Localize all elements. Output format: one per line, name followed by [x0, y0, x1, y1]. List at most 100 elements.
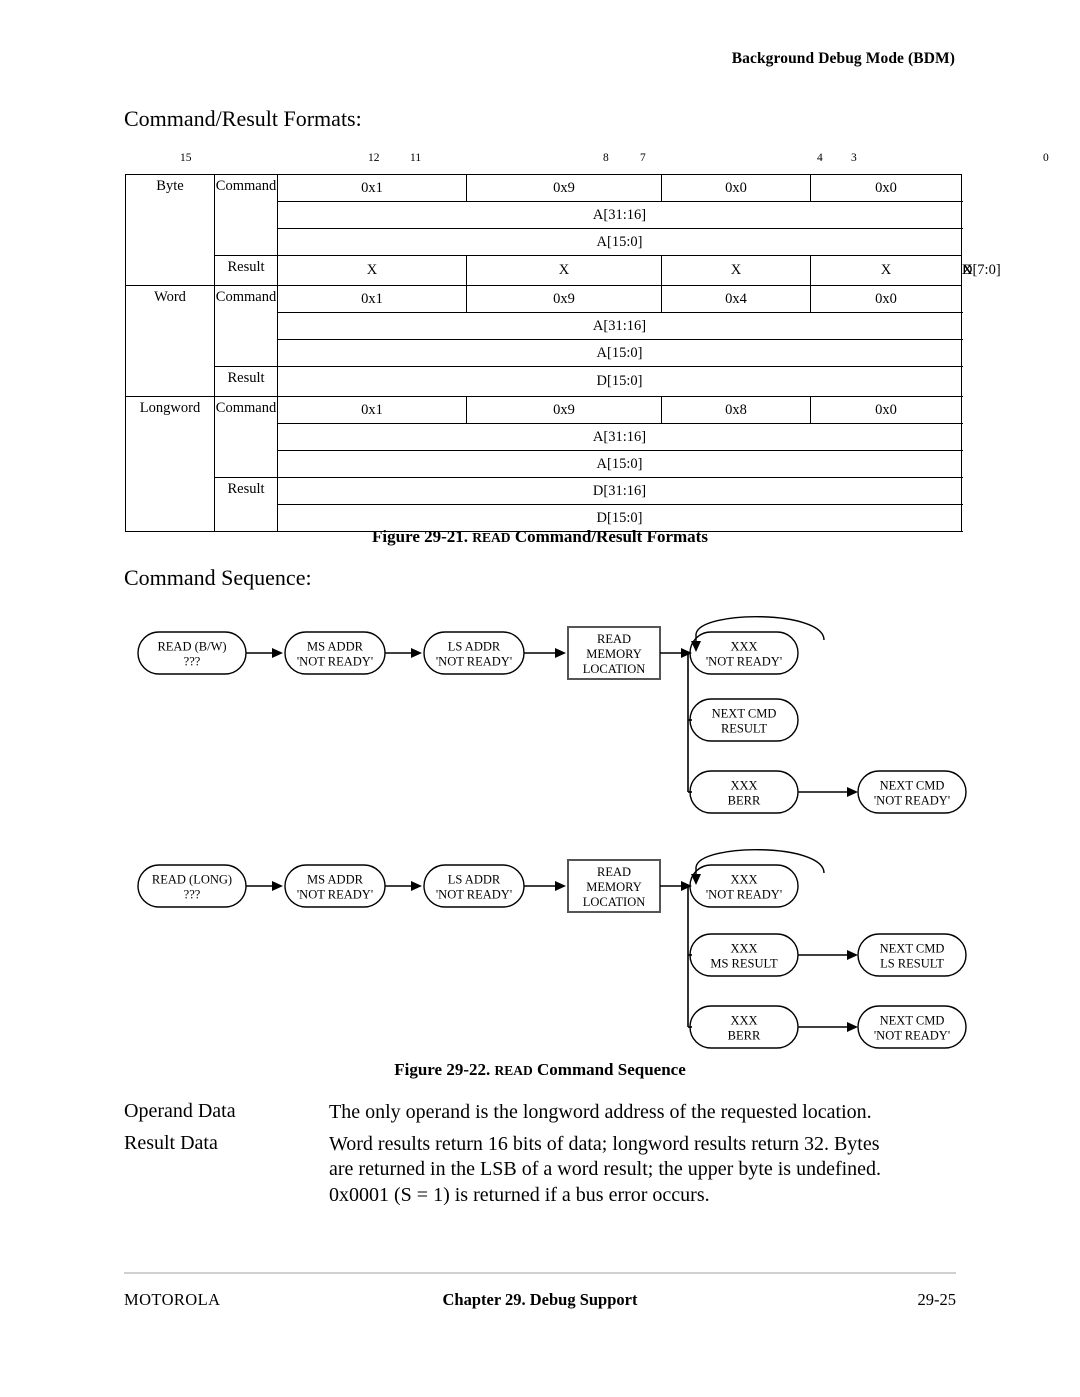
- node-not-ready: XXX'NOT READY': [689, 631, 799, 675]
- running-header: Background Debug Mode (BDM): [731, 50, 955, 67]
- document-page: Background Debug Mode (BDM) Command/Resu…: [0, 0, 1080, 1397]
- arrow-berr-to-nextcmd: [798, 1022, 858, 1032]
- node-ms-result-line-1: XXX: [730, 942, 757, 956]
- node-msaddr-line-2: 'NOT READY': [297, 655, 373, 669]
- node-next-cmd-result: NEXT CMDRESULT: [689, 698, 799, 742]
- field-cell-wide: A[15:0]: [277, 339, 962, 367]
- node-berr-next-cmd: NEXT CMD'NOT READY': [857, 770, 967, 814]
- node-start-line-1: READ (LONG): [152, 873, 232, 887]
- node-not-ready-line-2: 'NOT READY': [706, 888, 782, 902]
- bit-tick-4: 4: [817, 152, 823, 164]
- field-cell-wide: A[31:16]: [277, 423, 962, 451]
- bit-tick-12: 12: [368, 152, 380, 164]
- node-read-memory-location-line-3: LOCATION: [583, 662, 646, 676]
- node-next-cmd-result-line-1: NEXT CMD: [712, 707, 777, 721]
- figure-title: Command/Result Formats: [514, 527, 708, 546]
- node-lsaddr: LS ADDR'NOT READY': [423, 864, 525, 908]
- node-msaddr-line-1: MS ADDR: [307, 640, 364, 654]
- bit-tick-11: 11: [410, 152, 422, 164]
- bit-tick-7: 7: [640, 152, 646, 164]
- field-cell: 0x0: [661, 174, 811, 202]
- arrow-berr-to-nextcmd: [798, 787, 858, 797]
- operand-data-term: Operand Data: [124, 1100, 236, 1122]
- figure-title: Command Sequence: [537, 1060, 686, 1079]
- command-result-format-table: Byte Command 0x1 0x9 0x0 0x0 A[31:16] A[15:0] Re…: [125, 174, 1001, 532]
- row-kind-command: Command: [214, 174, 278, 256]
- figure-caption-29-22: Figure 29-22. READ Command Sequence: [0, 1060, 1080, 1080]
- figure-smallcaps: READ: [494, 1063, 533, 1078]
- node-msaddr-line-2: 'NOT READY': [297, 888, 373, 902]
- field-cell-wide: A[15:0]: [277, 450, 962, 478]
- field-cell: 0x4: [661, 285, 811, 313]
- node-berr-line-1: XXX: [730, 1014, 757, 1028]
- arrow-lsaddr-to-readmem: [524, 648, 566, 658]
- operand-data-row: Operand Data The only operand is the lon…: [124, 1100, 964, 1126]
- node-not-ready-line-1: XXX: [730, 640, 757, 654]
- node-berr-line-1: XXX: [730, 779, 757, 793]
- result-data-line-1: Word results return 16 bits of data; lon…: [329, 1132, 880, 1155]
- node-start-line-1: READ (B/W): [157, 640, 226, 654]
- field-cell-wide: D[31:16]: [277, 477, 962, 505]
- field-cell: 0x9: [466, 174, 662, 202]
- size-label-longword: Longword: [125, 396, 215, 532]
- bit-cell-x: X: [466, 255, 662, 286]
- field-cell-wide: A[31:16]: [277, 201, 962, 229]
- node-msaddr: MS ADDR'NOT READY': [284, 631, 386, 675]
- node-berr-line-2: BERR: [728, 794, 761, 808]
- table-row: Word Command 0x1 0x9 0x4 0x0: [125, 285, 962, 397]
- field-cell: 0x0: [810, 396, 962, 424]
- size-label-word: Word: [125, 285, 215, 397]
- node-read-memory-location-line-1: READ: [597, 865, 631, 879]
- row-kind-result: Result: [214, 366, 278, 397]
- node-ls-result: NEXT CMDLS RESULT: [857, 933, 967, 977]
- node-not-ready-line-1: XXX: [730, 873, 757, 887]
- field-cell: 0x9: [466, 285, 662, 313]
- read-long-command-sequence-diagram: READ (LONG)??? MS ADDR 'NOT READY' LS ADDR '…: [0, 845, 1080, 1060]
- figure-smallcaps: READ: [472, 530, 511, 545]
- node-lsaddr-line-1: LS ADDR: [448, 640, 501, 654]
- table-row: Result D[31:16]: [126, 477, 962, 532]
- size-label-byte: Byte: [125, 174, 215, 286]
- node-next-cmd-result-line-2: RESULT: [721, 722, 767, 736]
- row-kind-result: Result: [214, 255, 278, 286]
- node-read-memory-location-line-1: READ: [597, 632, 631, 646]
- section-label-sequence: Command Sequence:: [124, 565, 312, 590]
- page-footer: MOTOROLA Chapter 29. Debug Support 29-25: [0, 1290, 1080, 1314]
- result-data-term: Result Data: [124, 1131, 218, 1154]
- table-row: Result D[15:0]: [126, 366, 962, 397]
- node-berr: XXXBERR: [689, 770, 799, 814]
- result-data-line-3: 0x0001 (S = 1) is returned if a bus erro…: [329, 1183, 710, 1206]
- node-lsaddr: LS ADDR'NOT READY': [423, 631, 525, 675]
- node-ls-result-line-2: LS RESULT: [880, 957, 944, 971]
- bit-number-ruler: 15 12 11 8 7 4 3 0: [125, 152, 1049, 170]
- result-data-line-2: are returned in the LSB of a word result…: [329, 1158, 882, 1181]
- field-cell-wide: D[15:0]: [277, 366, 962, 397]
- field-cell-wide: A[15:0]: [277, 228, 962, 256]
- node-berr: XXXBERR: [689, 1005, 799, 1049]
- node-read-memory-location-line-2: MEMORY: [586, 880, 642, 894]
- field-cell: 0x0: [810, 174, 962, 202]
- field-cell: 0x1: [277, 174, 467, 202]
- node-berr-line-2: BERR: [728, 1029, 761, 1043]
- arrow-lsaddr-to-readmem: [524, 881, 566, 891]
- node-lsaddr-line-2: 'NOT READY': [436, 888, 512, 902]
- node-lsaddr-line-2: 'NOT READY': [436, 655, 512, 669]
- field-cell: 0x0: [810, 285, 962, 313]
- section-label-formats: Command/Result Formats:: [124, 106, 362, 131]
- read-bw-command-sequence-diagram: READ (B/W)??? MS ADDR 'NOT READY' LS ADDR 'N…: [0, 612, 1080, 832]
- node-lsaddr-line-1: LS ADDR: [448, 873, 501, 887]
- figure-number: Figure 29-21.: [372, 527, 469, 546]
- node-msaddr: MS ADDR'NOT READY': [284, 864, 386, 908]
- node-ms-result: XXXMS RESULT: [689, 933, 799, 977]
- table-row: Byte Command 0x1 0x9 0x0 0x0: [125, 174, 962, 286]
- table-row: Longword Command 0x1 0x9 0x8 0x0: [125, 396, 962, 532]
- node-msaddr-line-1: MS ADDR: [307, 873, 364, 887]
- field-cell: 0x1: [277, 396, 467, 424]
- node-ls-result-line-1: NEXT CMD: [880, 942, 945, 956]
- result-data-row: Result Data Word results return 16 bits …: [124, 1132, 964, 1209]
- arrow-msresult-to-lsresult: [798, 950, 858, 960]
- description-block: Operand Data The only operand is the lon…: [124, 1100, 964, 1212]
- node-berr-next-cmd-line-2: 'NOT READY': [874, 1029, 950, 1043]
- result-data-definition: Word results return 16 bits of data; lon…: [329, 1132, 881, 1209]
- arrow-msaddr-to-lsaddr: [385, 648, 422, 658]
